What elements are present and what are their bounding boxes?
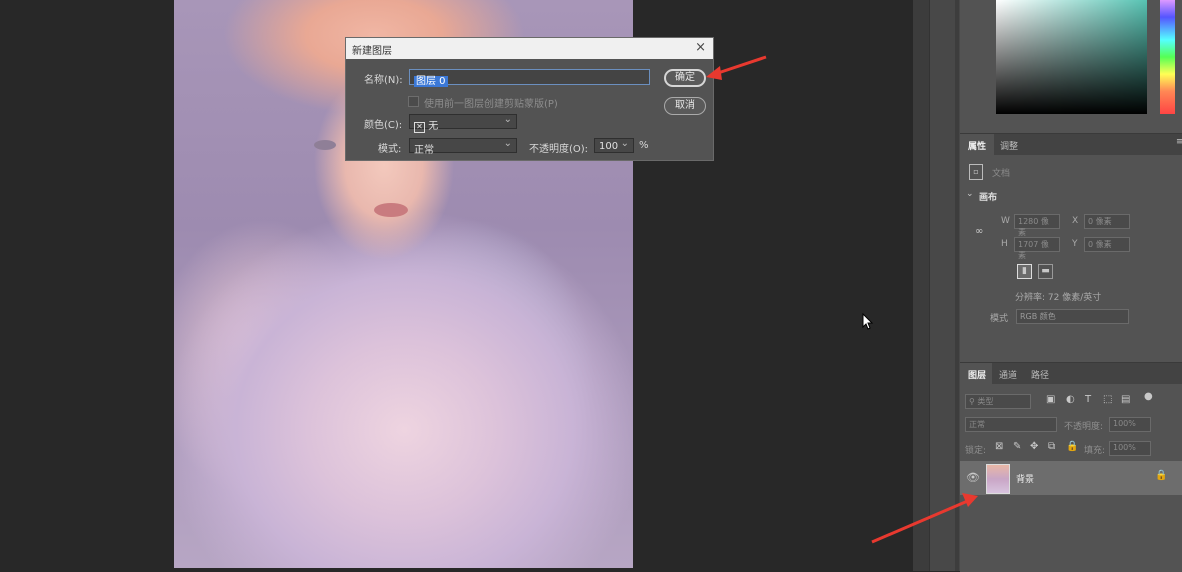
annotation-arrow-layer-line xyxy=(871,498,971,544)
annotation-arrow-layer-head xyxy=(962,493,978,507)
annotation-arrow-ok xyxy=(706,55,978,544)
annotation-arrow-ok-head xyxy=(706,66,722,80)
mouse-cursor-icon xyxy=(862,313,874,330)
